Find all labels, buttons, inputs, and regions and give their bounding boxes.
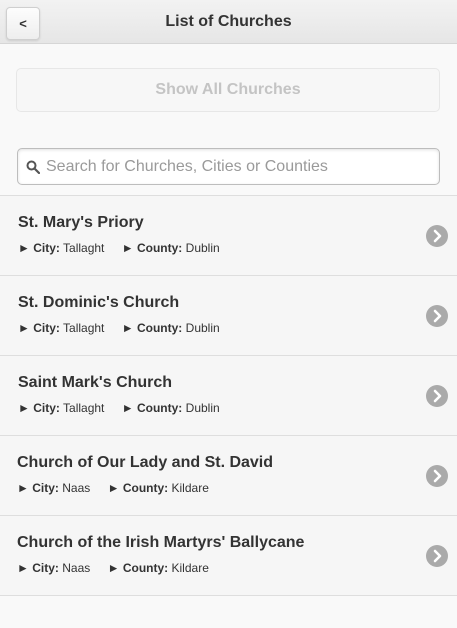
county-field: ► County: Dublin <box>122 401 220 415</box>
chevron-right-icon[interactable] <box>426 545 448 567</box>
arrow-glyph: ► <box>18 401 30 415</box>
back-button[interactable]: < <box>6 7 40 40</box>
church-meta: ► City: Tallaght ► County: Dublin <box>18 401 234 415</box>
city-value: Tallaght <box>63 321 105 335</box>
arrow-glyph: ► <box>107 481 120 495</box>
city-field: ► City: Tallaght <box>18 321 104 335</box>
church-meta: ► City: Tallaght ► County: Dublin <box>18 241 234 255</box>
city-key: City: <box>32 481 59 495</box>
county-key: County: <box>136 241 183 255</box>
county-key: County: <box>122 481 169 495</box>
county-key: County: <box>136 401 183 415</box>
church-meta: ► City: Naas ► County: Kildare <box>17 561 223 575</box>
city-field: ► City: Tallaght <box>18 401 104 415</box>
list-item[interactable]: Church of the Irish Martyrs' Ballycane ►… <box>0 516 457 596</box>
county-key: County: <box>136 321 183 335</box>
list-item[interactable]: Church of Our Lady and St. David ► City:… <box>0 436 457 516</box>
list-item[interactable]: St. Mary's Priory ► City: Tallaght ► Cou… <box>0 196 457 276</box>
show-all-container: Show All Churches <box>0 44 457 112</box>
county-key: County: <box>122 561 169 575</box>
city-key: City: <box>33 401 60 415</box>
city-key: City: <box>33 321 60 335</box>
chevron-right-icon[interactable] <box>426 385 448 407</box>
header-bar: < List of Churches <box>0 0 457 44</box>
chevron-right-icon[interactable] <box>426 305 448 327</box>
county-value: Kildare <box>171 561 209 575</box>
city-value: Naas <box>62 561 91 575</box>
arrow-glyph: ► <box>18 241 30 255</box>
arrow-glyph: ► <box>121 321 134 335</box>
search-container <box>0 112 457 185</box>
arrow-glyph: ► <box>107 561 120 575</box>
church-name: Church of the Irish Martyrs' Ballycane <box>17 534 305 551</box>
county-value: Dublin <box>185 321 220 335</box>
church-name: St. Dominic's Church <box>18 294 180 311</box>
church-meta: ► City: Naas ► County: Kildare <box>17 481 223 495</box>
chevron-right-icon[interactable] <box>426 465 448 487</box>
city-key: City: <box>33 241 60 255</box>
arrow-glyph: ► <box>17 561 29 575</box>
church-name: Saint Mark's Church <box>18 374 173 391</box>
county-field: ► County: Dublin <box>122 241 220 255</box>
church-list: St. Mary's Priory ► City: Tallaght ► Cou… <box>0 195 457 596</box>
county-value: Kildare <box>171 481 209 495</box>
search-box[interactable] <box>17 148 440 185</box>
county-value: Dublin <box>185 401 220 415</box>
church-meta: ► City: Tallaght ► County: Dublin <box>18 321 234 335</box>
arrow-glyph: ► <box>121 401 134 415</box>
list-item[interactable]: Saint Mark's Church ► City: Tallaght ► C… <box>0 356 457 436</box>
page-title: List of Churches <box>165 13 292 30</box>
county-field: ► County: Dublin <box>122 321 220 335</box>
county-value: Dublin <box>185 241 220 255</box>
city-key: City: <box>32 561 59 575</box>
city-value: Naas <box>62 481 91 495</box>
search-input[interactable] <box>46 149 433 184</box>
city-field: ► City: Naas <box>17 481 90 495</box>
search-icon <box>26 160 40 174</box>
show-all-churches-button[interactable]: Show All Churches <box>16 68 440 112</box>
arrow-glyph: ► <box>17 481 29 495</box>
county-field: ► County: Kildare <box>108 561 209 575</box>
list-item[interactable]: St. Dominic's Church ► City: Tallaght ► … <box>0 276 457 356</box>
chevron-right-icon[interactable] <box>426 225 448 247</box>
city-field: ► City: Tallaght <box>18 241 104 255</box>
city-value: Tallaght <box>63 241 105 255</box>
city-field: ► City: Naas <box>17 561 90 575</box>
arrow-glyph: ► <box>18 321 30 335</box>
church-name: St. Mary's Priory <box>18 214 144 231</box>
county-field: ► County: Kildare <box>108 481 209 495</box>
church-name: Church of Our Lady and St. David <box>17 454 274 471</box>
arrow-glyph: ► <box>121 241 134 255</box>
city-value: Tallaght <box>63 401 105 415</box>
